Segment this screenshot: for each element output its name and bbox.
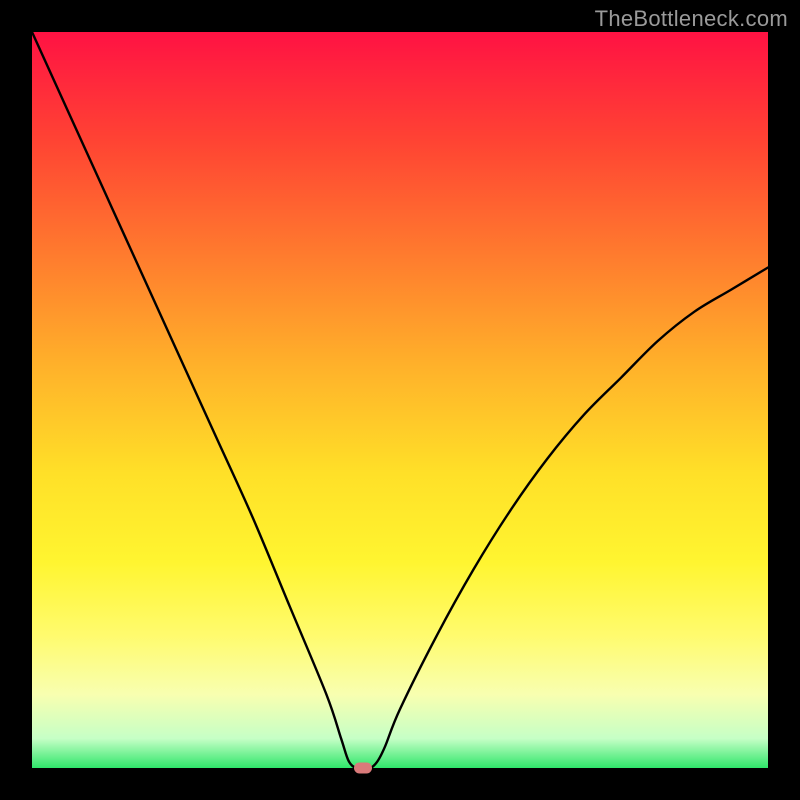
chart-frame: TheBottleneck.com [0,0,800,800]
plot-area [32,32,768,768]
bottleneck-curve [32,32,768,768]
minimum-marker [354,763,372,774]
watermark-text: TheBottleneck.com [595,6,788,32]
